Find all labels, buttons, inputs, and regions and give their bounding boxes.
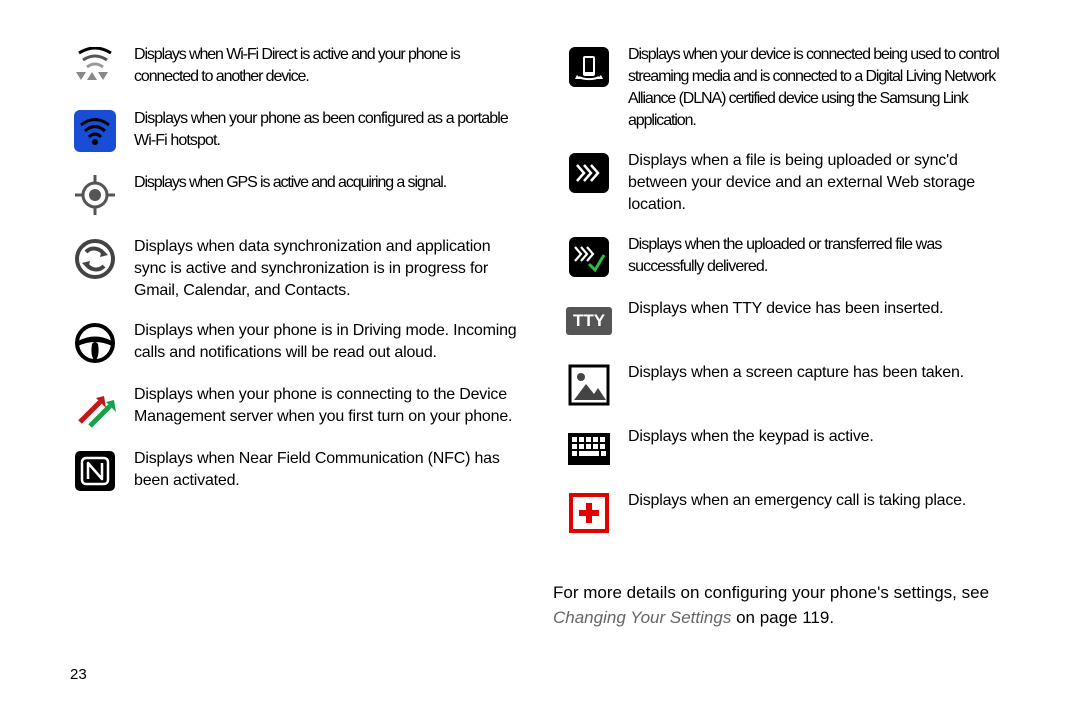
wifi-hotspot-icon xyxy=(72,108,118,154)
device-management-icon xyxy=(72,384,118,430)
wifi-hotspot-text: Displays when your phone as been configu… xyxy=(134,108,526,154)
footer-lead: For more details on configuring your pho… xyxy=(553,583,989,602)
sync-icon xyxy=(72,236,118,282)
left-column: Displays when Wi-Fi Direct is active and… xyxy=(72,44,526,554)
entry-wifi-direct: Displays when Wi-Fi Direct is active and… xyxy=(72,44,526,90)
steering-wheel-icon xyxy=(72,320,118,366)
dlna-text: Displays when your device is connected b… xyxy=(628,44,1020,132)
sync-text: Displays when data synchronization and a… xyxy=(134,236,526,302)
manual-page: Displays when Wi-Fi Direct is active and… xyxy=(0,0,1080,720)
entry-dlna: Displays when your device is connected b… xyxy=(566,44,1020,132)
entry-tty: TTY Displays when TTY device has been in… xyxy=(566,298,1020,344)
screenshot-icon xyxy=(566,362,612,408)
entry-wifi-hotspot: Displays when your phone as been configu… xyxy=(72,108,526,154)
keyboard-icon xyxy=(566,426,612,472)
tty-label: TTY xyxy=(566,307,612,335)
entry-nfc: Displays when Near Field Communication (… xyxy=(72,448,526,494)
entry-dm-server: Displays when your phone is connecting t… xyxy=(72,384,526,430)
entry-sync: Displays when data synchronization and a… xyxy=(72,236,526,302)
entry-upload: Displays when a file is being uploaded o… xyxy=(566,150,1020,216)
footer-link: Changing Your Settings xyxy=(553,608,731,627)
upload-text: Displays when a file is being uploaded o… xyxy=(628,150,1020,216)
emergency-text: Displays when an emergency call is takin… xyxy=(628,490,966,536)
entry-driving: Displays when your phone is in Driving m… xyxy=(72,320,526,366)
upload-icon xyxy=(566,150,612,196)
driving-text: Displays when your phone is in Driving m… xyxy=(134,320,526,366)
upload-done-text: Displays when the uploaded or transferre… xyxy=(628,234,1020,280)
dlna-icon xyxy=(566,44,612,90)
nfc-icon xyxy=(72,448,118,494)
wifi-direct-text: Displays when Wi-Fi Direct is active and… xyxy=(134,44,526,90)
gps-text: Displays when GPS is active and acquirin… xyxy=(134,172,446,218)
screenshot-text: Displays when a screen capture has been … xyxy=(628,362,964,408)
page-number: 23 xyxy=(70,666,87,683)
entry-screenshot: Displays when a screen capture has been … xyxy=(566,362,1020,408)
entry-emergency: Displays when an emergency call is takin… xyxy=(566,490,1020,536)
gps-icon xyxy=(72,172,118,218)
tty-text: Displays when TTY device has been insert… xyxy=(628,298,943,344)
tty-icon: TTY xyxy=(566,298,612,344)
entry-upload-done: Displays when the uploaded or transferre… xyxy=(566,234,1020,280)
dm-server-text: Displays when your phone is connecting t… xyxy=(134,384,526,430)
entry-keypad: Displays when the keypad is active. xyxy=(566,426,1020,472)
emergency-icon xyxy=(566,490,612,536)
entry-gps: Displays when GPS is active and acquirin… xyxy=(72,172,526,218)
keypad-text: Displays when the keypad is active. xyxy=(628,426,874,472)
wifi-direct-icon xyxy=(72,44,118,90)
footer-tail: on page 119. xyxy=(736,608,834,627)
right-column: Displays when your device is connected b… xyxy=(566,44,1020,554)
nfc-text: Displays when Near Field Communication (… xyxy=(134,448,526,494)
upload-done-icon xyxy=(566,234,612,280)
footer-note: For more details on configuring your pho… xyxy=(553,580,1023,630)
two-column-layout: Displays when Wi-Fi Direct is active and… xyxy=(0,0,1080,554)
